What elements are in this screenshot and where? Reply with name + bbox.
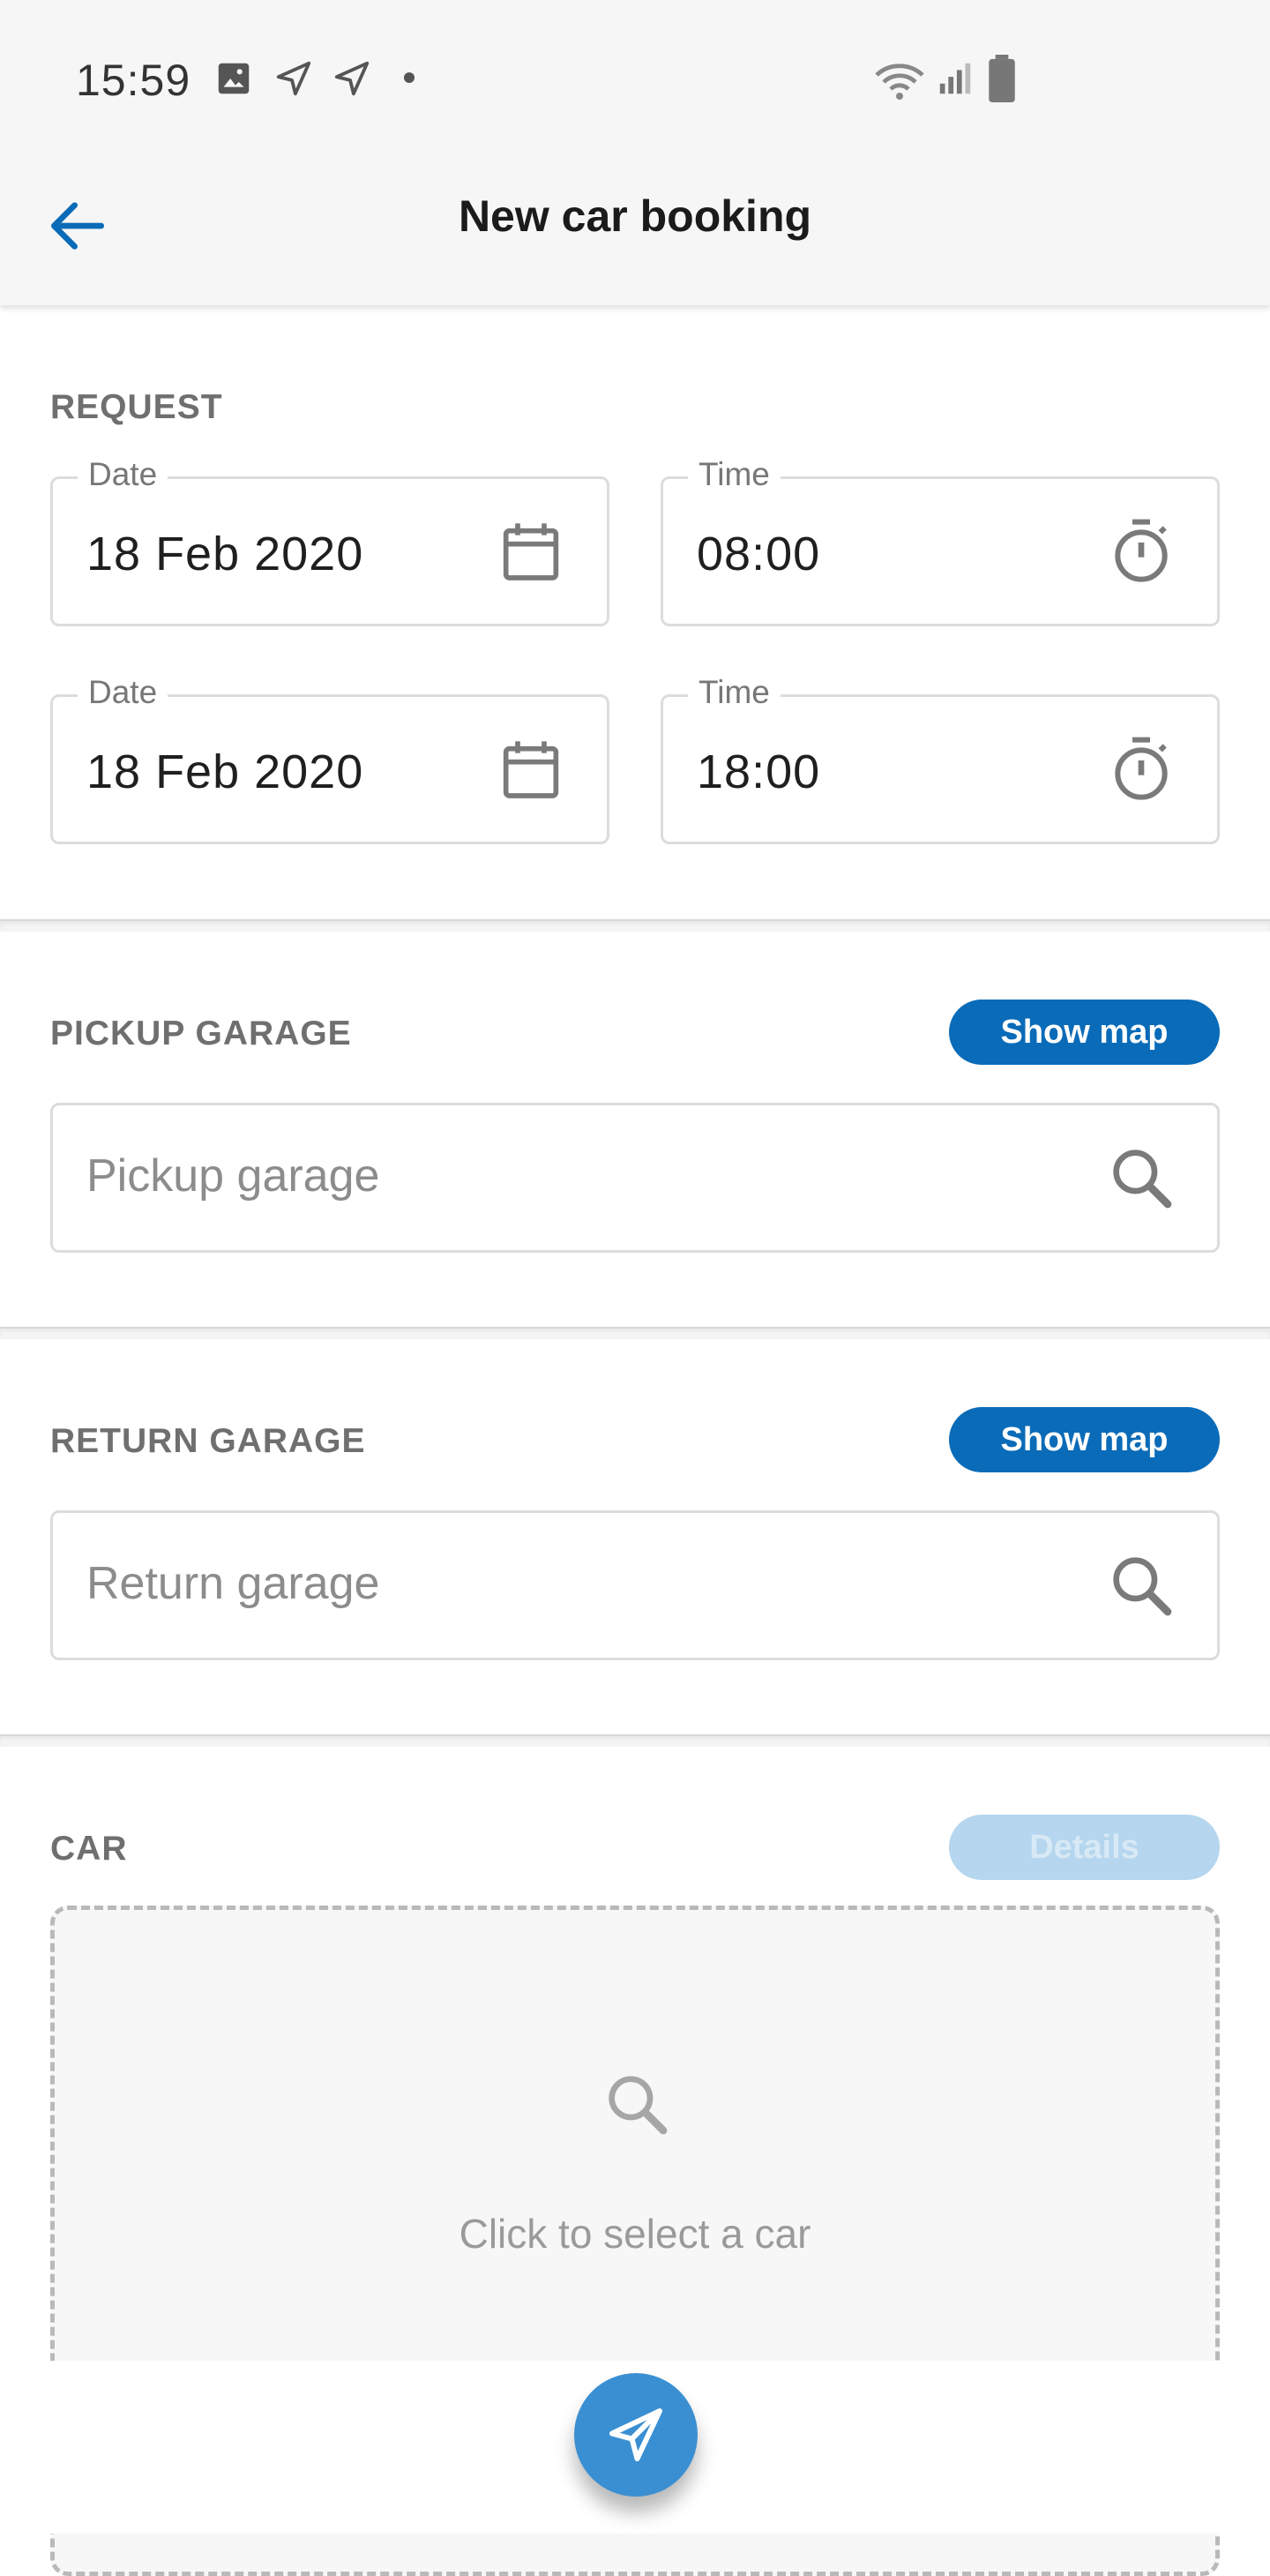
- return-garage-input[interactable]: Return garage: [50, 1510, 1220, 1660]
- pickup-garage-section: PICKUP GARAGE Show map Pickup garage: [0, 932, 1270, 1327]
- search-icon: [609, 2076, 668, 2135]
- return-garage-placeholder: Return garage: [86, 1558, 380, 1609]
- end-date-field[interactable]: Date 18 Feb 2020: [50, 674, 609, 844]
- pickup-garage-placeholder: Pickup garage: [86, 1150, 380, 1202]
- page-title: New car booking: [458, 191, 812, 241]
- search-icon[interactable]: [1106, 1550, 1177, 1621]
- return-show-map-button[interactable]: Show map: [949, 1407, 1220, 1472]
- end-time-field[interactable]: Time 18:00: [661, 674, 1220, 844]
- stopwatch-icon[interactable]: [1106, 516, 1177, 587]
- status-time: 15:59: [76, 56, 191, 105]
- pickup-garage-heading: PICKUP GARAGE: [50, 1015, 352, 1052]
- app-bar: New car booking: [0, 159, 1270, 305]
- start-time-field[interactable]: Time 08:00: [661, 456, 1220, 626]
- end-date-label: Date: [78, 674, 168, 711]
- more-notifications-dot-icon: [404, 72, 415, 83]
- select-car-prompt: Click to select a car: [459, 2211, 811, 2257]
- wifi-icon: [875, 64, 924, 100]
- end-date-value: 18 Feb 2020: [86, 745, 364, 798]
- car-details-button[interactable]: Details: [949, 1815, 1220, 1880]
- send-icon: [609, 2408, 662, 2461]
- battery-icon: [989, 55, 1015, 102]
- send-notification-icon: [276, 61, 311, 96]
- return-garage-section: RETURN GARAGE Show map Return garage: [0, 1339, 1270, 1734]
- cell-signal-icon: [939, 63, 971, 94]
- request-heading: REQUEST: [50, 388, 223, 426]
- status-bar: 15:59: [0, 0, 1270, 159]
- stopwatch-icon[interactable]: [1106, 734, 1177, 805]
- send-booking-button[interactable]: [574, 2373, 698, 2497]
- return-garage-heading: RETURN GARAGE: [50, 1422, 366, 1460]
- gallery-notification-icon: [218, 63, 250, 94]
- end-time-label: Time: [688, 674, 781, 711]
- car-heading: CAR: [50, 1830, 128, 1868]
- start-date-value: 18 Feb 2020: [86, 528, 364, 580]
- pickup-garage-input[interactable]: Pickup garage: [50, 1103, 1220, 1253]
- start-date-field[interactable]: Date 18 Feb 2020: [50, 456, 609, 626]
- search-icon[interactable]: [1106, 1142, 1177, 1213]
- start-time-label: Time: [688, 456, 781, 493]
- end-time-value: 18:00: [697, 745, 821, 798]
- start-time-value: 08:00: [697, 528, 821, 580]
- pickup-show-map-button[interactable]: Show map: [949, 1000, 1220, 1065]
- send-notification-icon-2: [334, 61, 370, 96]
- start-date-label: Date: [78, 456, 168, 493]
- request-section: REQUEST Date 18 Feb 2020 Time 08:00 Date…: [0, 305, 1270, 919]
- calendar-icon[interactable]: [496, 734, 566, 805]
- calendar-icon[interactable]: [496, 516, 566, 587]
